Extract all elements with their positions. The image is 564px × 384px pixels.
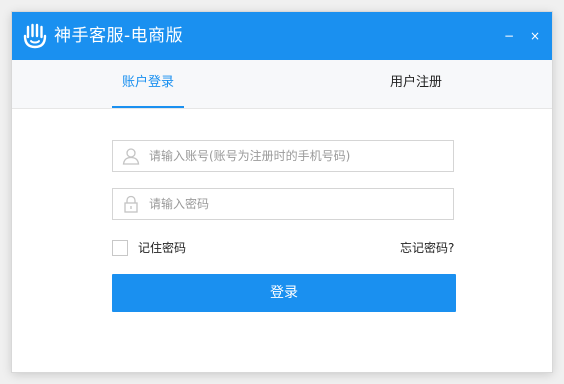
title-bar[interactable]: 神手客服-电商版 − × <box>12 12 552 60</box>
account-input[interactable] <box>149 141 449 171</box>
login-window: 神手客服-电商版 − × 账户登录 用户注册 记住密码 忘记密码? 登录 <box>12 12 552 372</box>
remember-checkbox[interactable] <box>112 240 128 256</box>
tab-account-login[interactable]: 账户登录 <box>112 60 184 108</box>
hand-logo-icon <box>23 23 47 49</box>
user-icon <box>122 148 140 165</box>
lock-icon <box>124 195 138 213</box>
remember-label: 记住密码 <box>138 241 187 255</box>
app-title: 神手客服-电商版 <box>54 26 184 46</box>
forgot-password-link[interactable]: 忘记密码? <box>400 240 454 256</box>
login-button[interactable]: 登录 <box>112 274 456 312</box>
account-field[interactable] <box>112 140 454 172</box>
close-button[interactable]: × <box>525 26 545 46</box>
password-input[interactable] <box>149 189 449 219</box>
tab-user-register[interactable]: 用户注册 <box>380 60 452 108</box>
tab-bar: 账户登录 用户注册 <box>12 60 552 109</box>
minimize-button[interactable]: − <box>499 26 519 46</box>
password-field[interactable] <box>112 188 454 220</box>
